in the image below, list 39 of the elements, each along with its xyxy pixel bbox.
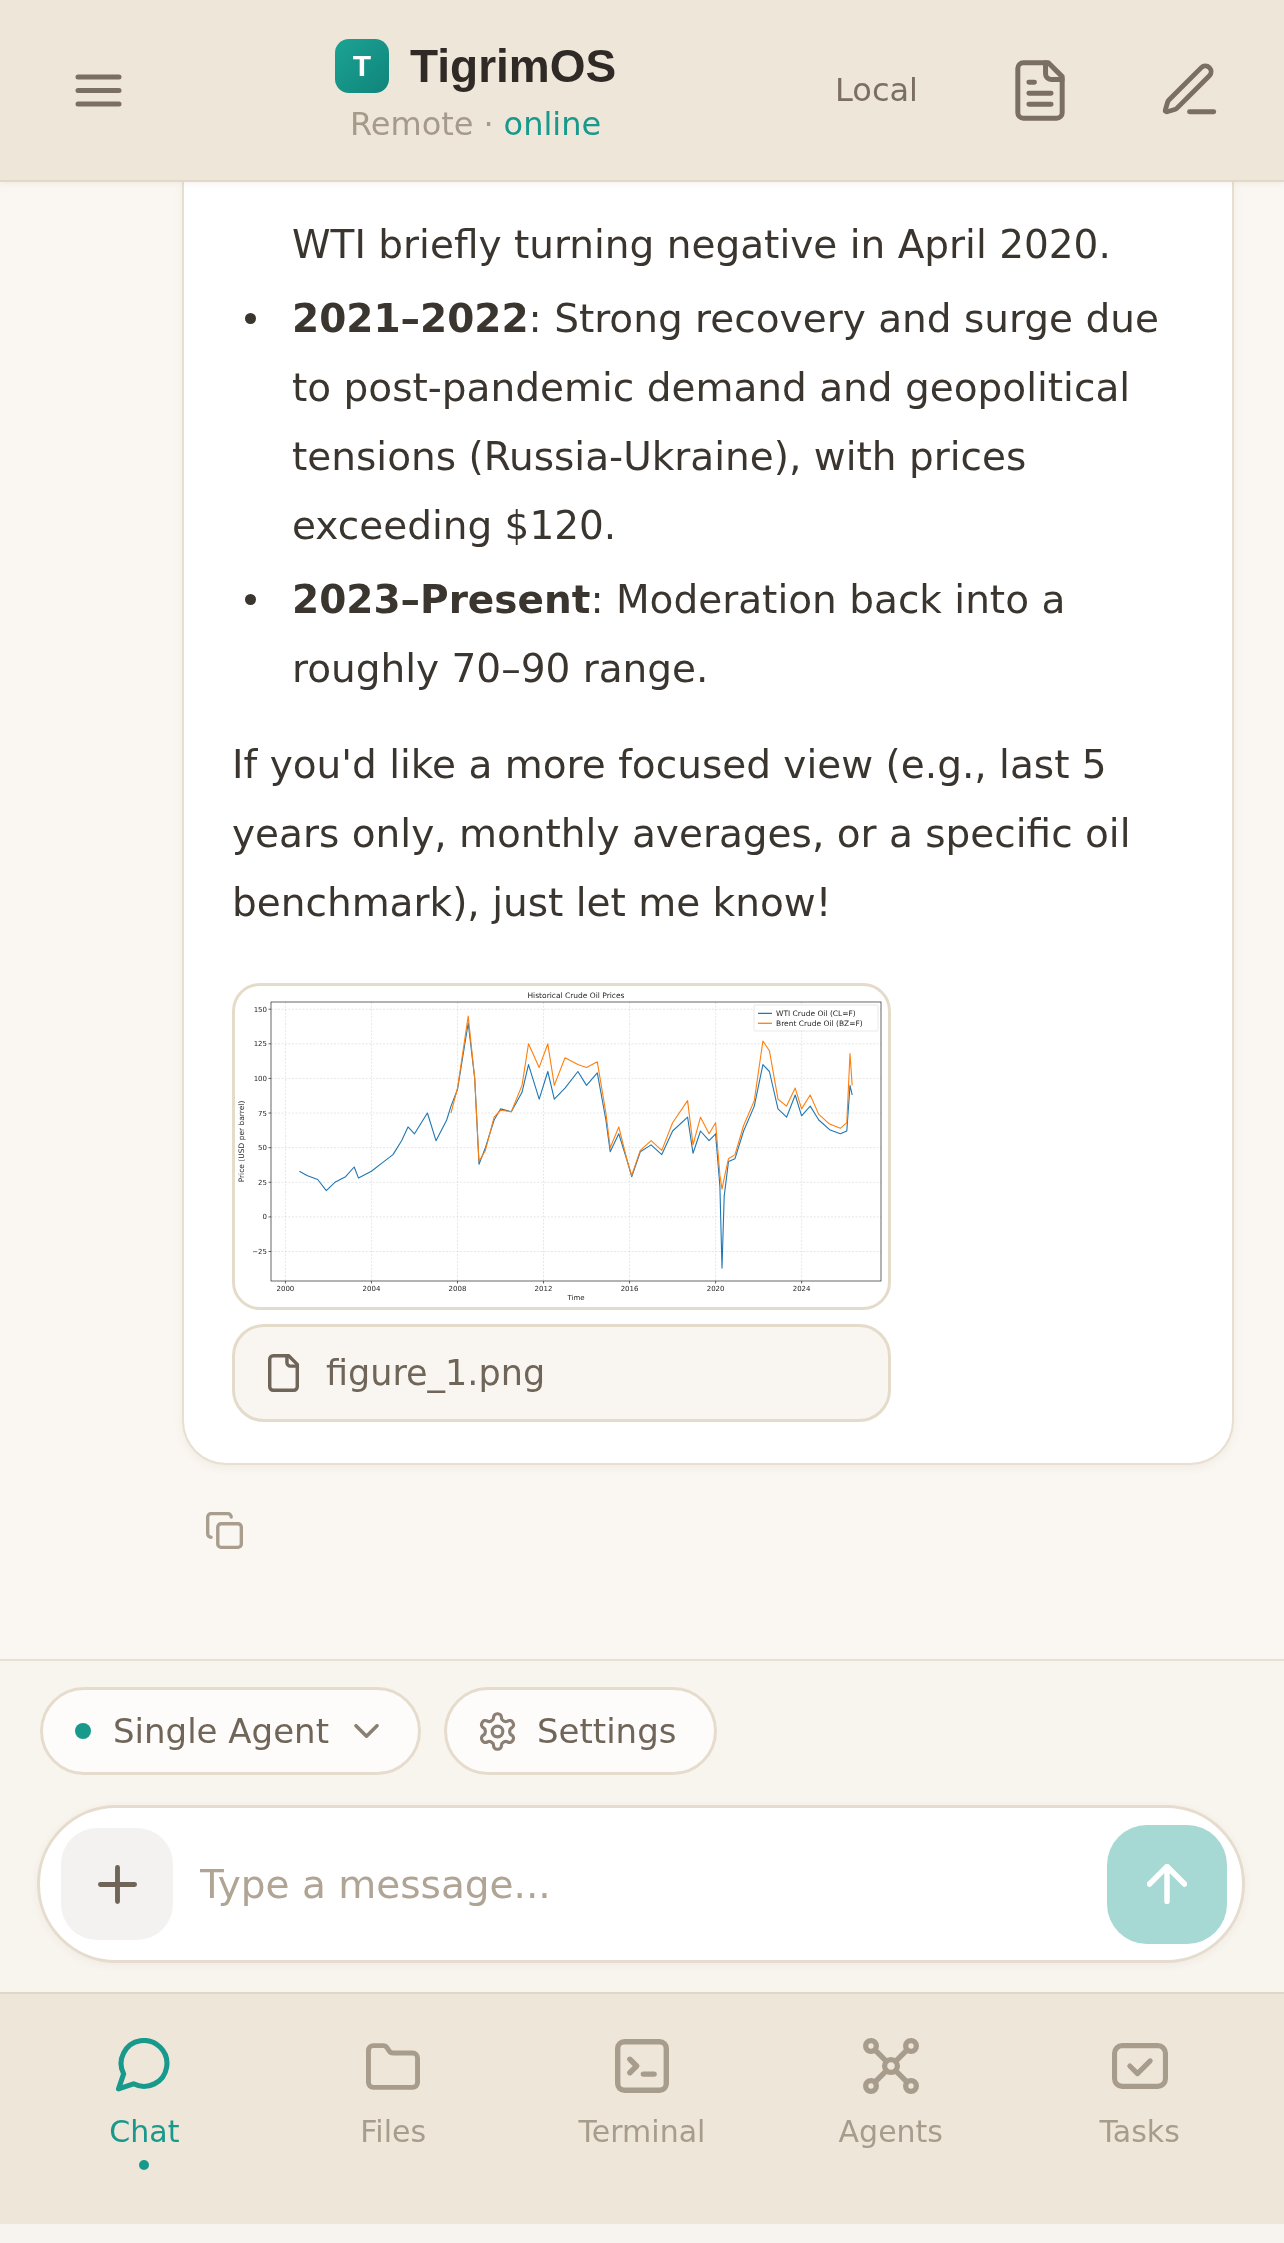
agent-mode-dropdown[interactable]: Single Agent xyxy=(40,1687,421,1775)
chevron-down-icon xyxy=(354,1724,379,1738)
message-paragraph: If you'd like a more focused view (e.g., last 5 years only, monthly averages, or a specific oil benchmark), just let me know! xyxy=(232,741,1132,927)
active-dot-icon xyxy=(139,2160,150,2170)
plus-icon xyxy=(97,1864,137,1904)
nav-tab[interactable]: Agents xyxy=(766,2036,1016,2152)
document-button[interactable] xyxy=(1015,59,1065,121)
app-logo: T xyxy=(335,38,389,93)
file-icon xyxy=(268,1354,299,1392)
message-field[interactable]: Type a message... xyxy=(37,1805,1245,1963)
status-dot-icon xyxy=(75,1723,91,1739)
nav-tab[interactable]: Tasks xyxy=(1015,2036,1264,2152)
document-icon xyxy=(1015,59,1065,121)
checkbox-icon xyxy=(1111,2043,1168,2089)
list-item-text: 2021–2022: Strong recovery and surge due to post-pandemic demand and geopolitical tensions (Russia-Ukraine), with prices exceeding $120. xyxy=(292,295,1160,550)
copy-button[interactable] xyxy=(206,1512,243,1549)
nav-tab[interactable]: Chat xyxy=(20,2036,269,2170)
message-input[interactable]: Type a message... xyxy=(200,1852,1087,1916)
settings-icon xyxy=(478,1711,517,1751)
local-mode-button[interactable]: Local xyxy=(835,70,918,110)
folder-icon xyxy=(366,2042,421,2090)
connection-status: online xyxy=(503,105,602,142)
separator: · xyxy=(483,105,494,142)
network-icon xyxy=(862,2038,919,2094)
bullet-icon xyxy=(245,594,256,605)
menu-icon xyxy=(75,73,122,107)
copy-icon xyxy=(206,1512,243,1549)
arrow-up-icon xyxy=(1147,1864,1187,1904)
terminal-icon xyxy=(615,2039,669,2093)
attach-button[interactable] xyxy=(61,1828,173,1940)
bullet-icon xyxy=(245,313,256,324)
nav-tab[interactable]: Files xyxy=(268,2036,518,2152)
nav-tab[interactable]: Terminal xyxy=(517,2036,767,2152)
connection-mode: Remote xyxy=(349,105,474,142)
list-item-text: WTI briefly turning negative in April 2020. xyxy=(292,221,1112,269)
list-item-text: 2023–Present: Moderation back into a roughly 70–90 range. xyxy=(292,576,1067,693)
app-title: TigrimOS xyxy=(410,38,617,93)
file-attachment[interactable]: figure_1.png xyxy=(232,1324,891,1422)
settings-button[interactable]: Settings xyxy=(444,1687,718,1775)
